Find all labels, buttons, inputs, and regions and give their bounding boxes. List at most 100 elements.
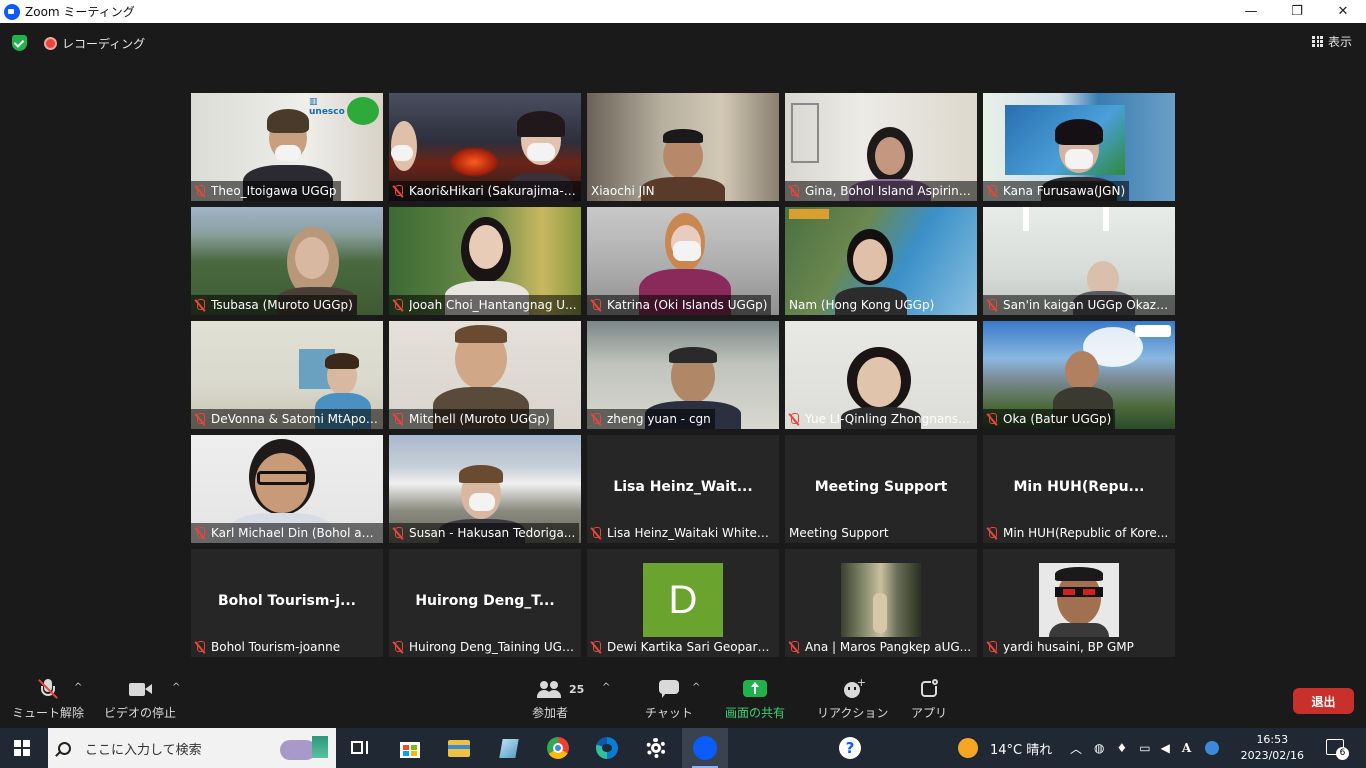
- chat-bubble-icon: [658, 678, 680, 700]
- batur-logo-icon: [1135, 325, 1171, 337]
- audio-options-caret[interactable]: ^: [74, 682, 82, 693]
- settings-gear-icon[interactable]: [644, 736, 668, 760]
- participant-tile-no-video[interactable]: Ana | Maros Pangkep aUG...: [785, 549, 977, 657]
- stop-video-button[interactable]: ビデオの停止: [104, 678, 176, 721]
- video-options-caret[interactable]: ^: [172, 682, 180, 693]
- participant-name: Gina, Bohol Island Aspiring...: [805, 184, 973, 198]
- participant-tile[interactable]: Karl Michael Din (Bohol aU...: [191, 435, 383, 543]
- participant-name: Bohol Tourism-joanne: [211, 640, 341, 654]
- reactions-label: リアクション: [817, 706, 889, 720]
- participant-tile[interactable]: Katrina (Oki Islands UGGp): [587, 207, 779, 315]
- start-button-windows-icon[interactable]: [14, 740, 30, 756]
- view-button[interactable]: 表示: [1311, 33, 1352, 50]
- participant-tile[interactable]: Gina, Bohol Island Aspiring...: [785, 93, 977, 201]
- muted-mic-icon: [987, 412, 997, 426]
- reactions-button[interactable]: + リアクション: [817, 676, 889, 721]
- participant-tile[interactable]: Oka (Batur UGGp): [983, 321, 1175, 429]
- participant-tile[interactable]: Tsubasa (Muroto UGGp): [191, 207, 383, 315]
- window-frame: [791, 103, 819, 163]
- participant-tile[interactable]: zheng yuan - cgn: [587, 321, 779, 429]
- participant-tile-no-video[interactable]: Bohol Tourism-j... Bohol Tourism-joanne: [191, 549, 383, 657]
- microphone-icon[interactable]: ♦: [1117, 741, 1128, 755]
- participant-name: Dewi Kartika Sari Geopark ...: [607, 640, 775, 654]
- share-screen-button[interactable]: 画面の共有: [725, 678, 785, 721]
- recording-indicator[interactable]: レコーディング: [44, 35, 145, 52]
- weather-widget[interactable]: 14°C 晴れ: [958, 728, 1052, 768]
- participant-tile[interactable]: Jooah Choi_Hantangnag U...: [389, 207, 581, 315]
- participant-tile-no-video[interactable]: D Dewi Kartika Sari Geopark ...: [587, 549, 779, 657]
- stop-video-label: ビデオの停止: [104, 706, 177, 720]
- chrome-icon[interactable]: [546, 736, 570, 760]
- participant-name: Kana Furusawa(JGN): [1003, 184, 1126, 198]
- ceiling-light: [1103, 207, 1109, 231]
- participants-options-caret[interactable]: ^: [602, 682, 610, 693]
- muted-mic-icon: [195, 298, 205, 312]
- participant-tile[interactable]: Susan - Hakusan Tedoriga...: [389, 435, 581, 543]
- participants-button[interactable]: 参加者: [532, 678, 568, 721]
- onedrive-cloud-icon[interactable]: [1205, 741, 1220, 755]
- muted-microphone-icon: [37, 678, 59, 700]
- muted-mic-icon: [591, 526, 601, 540]
- task-view-icon[interactable]: [348, 736, 372, 760]
- file-explorer-icon[interactable]: [447, 736, 471, 760]
- close-button[interactable]: ✕: [1320, 0, 1366, 23]
- notes-app-icon[interactable]: [497, 736, 521, 760]
- participant-tile-no-video[interactable]: Lisa Heinz_Wait... Lisa Heinz_Waitaki Wh…: [587, 435, 779, 543]
- participant-tile[interactable]: ▥ unesco Theo_Itoigawa UGGp: [191, 93, 383, 201]
- participant-display-name: Huirong Deng_T...: [415, 593, 555, 609]
- gallery-view: ▥ unesco Theo_Itoigawa UGGp Kaori&Hikari …: [191, 93, 1176, 658]
- muted-mic-icon: [987, 298, 997, 312]
- muted-mic-icon: [393, 298, 403, 312]
- hippo-doodle-icon: [272, 734, 328, 764]
- taskbar-clock[interactable]: 16:53 2023/02/16: [1241, 732, 1304, 764]
- participant-display-name: Bohol Tourism-j...: [217, 593, 356, 609]
- participant-tile[interactable]: San'in kaigan UGGp Okazaki: [983, 207, 1175, 315]
- help-icon[interactable]: ?: [838, 736, 862, 760]
- participant-tile[interactable]: Kana Furusawa(JGN): [983, 93, 1175, 201]
- participant-tile-no-video[interactable]: yardi husaini, BP GMP: [983, 549, 1175, 657]
- muted-mic-icon: [393, 526, 403, 540]
- show-hidden-icons-chevron-up-icon[interactable]: ︿: [1070, 740, 1082, 757]
- participant-tile[interactable]: Nam (Hong Kong UGGp): [785, 207, 977, 315]
- leave-button[interactable]: 退出: [1293, 688, 1354, 714]
- participant-tile-no-video[interactable]: Huirong Deng_T... Huirong Deng_Taining U…: [389, 549, 581, 657]
- participant-name: DeVonna & Satomi MtApoi...: [211, 412, 379, 426]
- microsoft-store-icon[interactable]: [398, 736, 422, 760]
- security-shield-icon[interactable]: [12, 35, 27, 51]
- ime-indicator[interactable]: A: [1182, 741, 1191, 755]
- participant-name: Lisa Heinz_Waitaki Whitest...: [607, 526, 775, 540]
- apps-button[interactable]: アプリ: [911, 678, 947, 721]
- system-tray[interactable]: ︿ ◍ ♦ ▭ ◀︎ A: [1070, 728, 1220, 768]
- chat-button[interactable]: チャット: [645, 678, 693, 721]
- participant-name: Tsubasa (Muroto UGGp): [211, 298, 353, 312]
- taskbar-search-input[interactable]: ここに入力して検索: [48, 728, 336, 768]
- muted-mic-icon: [789, 184, 799, 198]
- view-label: 表示: [1327, 35, 1352, 49]
- participant-name: Huirong Deng_Taining UGGp: [409, 640, 577, 654]
- participant-tile-no-video[interactable]: Meeting Support Meeting Support: [785, 435, 977, 543]
- chat-options-caret[interactable]: ^: [692, 682, 700, 693]
- edge-icon[interactable]: [595, 736, 619, 760]
- participant-tile-active-speaker[interactable]: Xiaochi JIN: [587, 93, 779, 201]
- participant-tile[interactable]: Mitchell (Muroto UGGp): [389, 321, 581, 429]
- apps-label: アプリ: [911, 706, 948, 720]
- title-bar: Zoom ミーティング — ❐ ✕: [0, 0, 1366, 23]
- restore-button[interactable]: ❐: [1274, 0, 1320, 23]
- notification-center-icon[interactable]: 6: [1326, 739, 1349, 760]
- zoom-logo-icon: [4, 3, 20, 20]
- geopark-logo-icon: [789, 209, 829, 219]
- zoom-taskbar-button[interactable]: [682, 728, 728, 768]
- participant-tile[interactable]: Kaori&Hikari (Sakurajima-K...: [389, 93, 581, 201]
- minimize-button[interactable]: —: [1228, 0, 1274, 23]
- participant-name: yardi husaini, BP GMP: [1003, 640, 1134, 654]
- participants-count: 25: [569, 683, 585, 696]
- participant-tile[interactable]: DeVonna & Satomi MtApoi...: [191, 321, 383, 429]
- participant-tile-no-video[interactable]: Min HUH(Repu... Min HUH(Republic of Kore…: [983, 435, 1175, 543]
- battery-icon[interactable]: ▭: [1139, 741, 1150, 755]
- camera-status-icon[interactable]: ◍: [1094, 741, 1104, 755]
- volume-icon[interactable]: ◀︎: [1161, 741, 1170, 755]
- participant-tile[interactable]: Yue LI-Qinling Zhongnansh...: [785, 321, 977, 429]
- apps-icon: [919, 678, 939, 700]
- muted-mic-icon: [393, 640, 403, 654]
- recording-label: レコーディング: [62, 37, 146, 51]
